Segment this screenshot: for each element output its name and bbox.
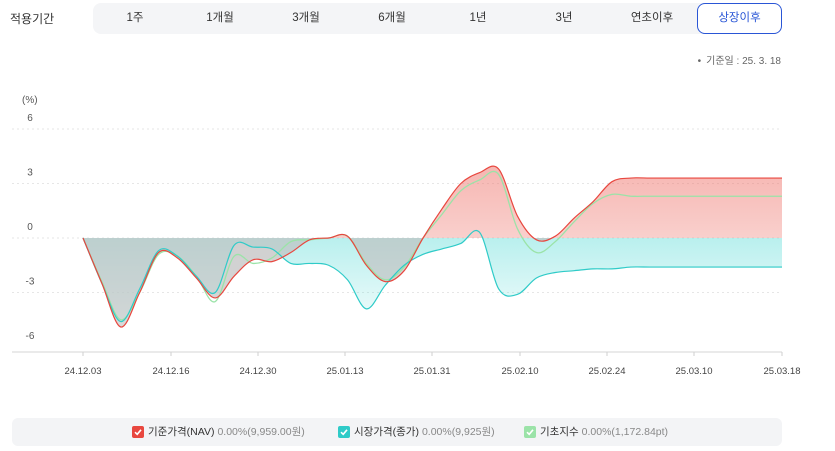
period-tabs: 1주 1개월 3개월 6개월 1년 3년 연초이후 상장이후: [93, 3, 782, 34]
x-tick-label: 25.01.31: [414, 366, 451, 377]
tab-since-listing[interactable]: 상장이후: [697, 3, 782, 34]
legend-market-value: 0.00%(9,925원): [421, 426, 495, 438]
y-tick-label: -3: [26, 277, 35, 288]
tab-1-week[interactable]: 1주: [93, 3, 177, 34]
tab-3-months[interactable]: 3개월: [263, 3, 349, 34]
period-label: 적용기간: [10, 12, 55, 26]
x-tick-label: 25.01.13: [327, 366, 364, 377]
x-tick-label: 25.02.24: [589, 366, 626, 377]
tab-year-to-date[interactable]: 연초이후: [607, 3, 697, 34]
y-axis-label: (%): [22, 95, 38, 106]
check-icon[interactable]: [132, 426, 144, 438]
base-date: • 기준일 : 25. 3. 18: [698, 52, 781, 67]
y-tick-label: 0: [27, 222, 33, 233]
x-tick-label: 25.03.18: [764, 366, 801, 377]
tab-1-year[interactable]: 1년: [435, 3, 521, 34]
check-icon[interactable]: [338, 426, 350, 438]
legend-market-name: 시장가격(종가): [354, 426, 419, 438]
legend-nav-name: 기준가격(NAV): [148, 426, 215, 438]
legend-nav-value: 0.00%(9,959.00원): [217, 426, 305, 438]
x-tick-label: 24.12.03: [65, 366, 102, 377]
x-tick-label: 25.03.10: [676, 366, 713, 377]
tab-3-years[interactable]: 3년: [521, 3, 607, 34]
legend-index-name: 기초지수: [540, 426, 579, 438]
y-tick-label: 3: [27, 168, 33, 179]
legend: 기준가격(NAV) 0.00%(9,959.00원) 시장가격(종가) 0.00%(…: [12, 418, 782, 446]
x-tick-label: 25.02.10: [502, 366, 539, 377]
legend-index-value: 0.00%(1,172.84pt): [581, 426, 669, 438]
x-tick-label: 24.12.16: [153, 366, 190, 377]
base-date-text: 기준일 : 25. 3. 18: [706, 56, 781, 67]
x-tick-label: 24.12.30: [240, 366, 277, 377]
bullet-icon: •: [697, 56, 702, 67]
check-icon[interactable]: [524, 426, 536, 438]
y-tick-label: 6: [27, 113, 33, 124]
tab-6-months[interactable]: 6개월: [349, 3, 435, 34]
performance-chart: (%) 6 3 0 -3 -6 24.12.03 24.12.16 24.12.30 25.01.…: [12, 95, 801, 377]
y-tick-label: -6: [26, 331, 35, 342]
tab-1-month[interactable]: 1개월: [177, 3, 263, 34]
chart-areas: [83, 166, 782, 328]
